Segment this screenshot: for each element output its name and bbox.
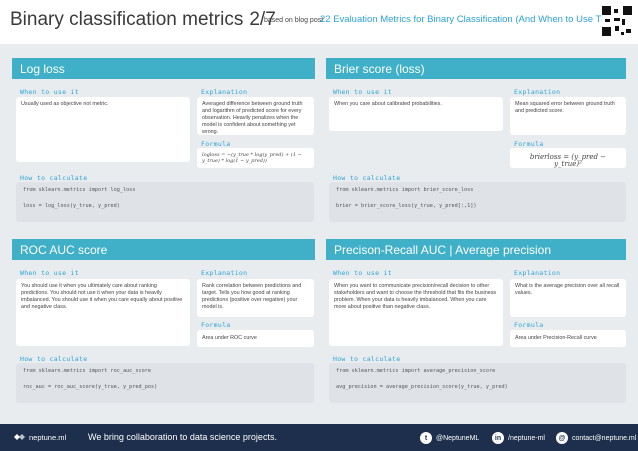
code-import: from sklearn.metrics import log_loss bbox=[23, 187, 136, 193]
explanation-card: Averaged difference between ground truth… bbox=[197, 97, 314, 135]
when-card: Usually used as objective not metric. bbox=[16, 97, 190, 162]
explanation-label: Explanation bbox=[514, 269, 561, 277]
mail-icon: @ bbox=[556, 432, 568, 444]
section-title-roc-auc: ROC AUC score bbox=[12, 239, 315, 260]
how-label: How to calculate bbox=[20, 174, 88, 182]
explanation-label: Explanation bbox=[514, 88, 561, 96]
when-label: When to use it bbox=[333, 88, 392, 96]
code-block: from sklearn.metrics import average_prec… bbox=[329, 363, 626, 403]
when-label: When to use it bbox=[20, 88, 79, 96]
linkedin-handle: /neptune-ml bbox=[508, 434, 545, 442]
how-label: How to calculate bbox=[20, 355, 88, 363]
based-on-label: based on blog post bbox=[264, 17, 324, 24]
tagline: We bring collaboration to data science p… bbox=[88, 432, 277, 442]
when-card: When you want to communicate precision/r… bbox=[329, 279, 503, 346]
explanation-label: Explanation bbox=[201, 269, 248, 277]
page-title: Binary classification metrics 2/7 bbox=[10, 9, 276, 31]
code-import: from sklearn.metrics import average_prec… bbox=[336, 368, 496, 374]
twitter-link[interactable]: t @NeptuneML bbox=[420, 432, 479, 444]
linkedin-link[interactable]: in /neptune-ml bbox=[492, 432, 545, 444]
formula-label: Formula bbox=[201, 321, 231, 329]
code-import: from sklearn.metrics import roc_auc_scor… bbox=[23, 368, 152, 374]
explanation-card: Rank correlation between predictions and… bbox=[197, 279, 314, 317]
section-title-pr-auc: Precison-Recall AUC | Average precision bbox=[326, 239, 626, 260]
formula-card: logloss = −(y_true * log(y_pred) + (1 − … bbox=[197, 148, 314, 168]
how-label: How to calculate bbox=[333, 355, 401, 363]
explanation-label: Explanation bbox=[201, 88, 248, 96]
when-card: You should use it when you ultimately ca… bbox=[16, 279, 190, 346]
code-block: from sklearn.metrics import roc_auc_scor… bbox=[16, 363, 314, 403]
blog-post-link[interactable]: 22 Evaluation Metrics for Binary Classif… bbox=[320, 14, 623, 25]
formula-label: Formula bbox=[201, 140, 231, 148]
page-footer: neptune.ml We bring collaboration to dat… bbox=[0, 424, 638, 451]
when-card: When you care about calibrated probabili… bbox=[329, 97, 503, 131]
formula-card: Area under ROC curve bbox=[197, 330, 314, 347]
code-call: brier = brier_score_loss(y_true, y_pred[… bbox=[336, 203, 477, 209]
section-title-log-loss: Log loss bbox=[12, 58, 315, 79]
when-label: When to use it bbox=[333, 269, 392, 277]
page-header: Binary classification metrics 2/7 based o… bbox=[0, 0, 638, 44]
title-text: Binary classification metrics bbox=[10, 9, 244, 30]
formula-label: Formula bbox=[514, 140, 544, 148]
linkedin-icon: in bbox=[492, 432, 504, 444]
qr-code-icon bbox=[602, 6, 632, 36]
how-label: How to calculate bbox=[333, 174, 401, 182]
formula-card: Area under Precision-Recall curve bbox=[510, 330, 626, 347]
code-call: avg_precision = average_precision_score(… bbox=[336, 384, 508, 390]
code-import: from sklearn.metrics import brier_score_… bbox=[336, 187, 474, 193]
explanation-card: Mean squared error between ground truth … bbox=[510, 97, 626, 135]
code-block: from sklearn.metrics import log_loss los… bbox=[16, 182, 314, 222]
code-block: from sklearn.metrics import brier_score_… bbox=[329, 182, 626, 222]
code-call: roc_auc = roc_auc_score(y_true, y_pred_p… bbox=[23, 384, 158, 390]
code-call: loss = log_loss(y_true, y_pred) bbox=[23, 203, 120, 209]
section-title-brier: Brier score (loss) bbox=[326, 58, 626, 79]
when-label: When to use it bbox=[20, 269, 79, 277]
formula-label: Formula bbox=[514, 321, 544, 329]
neptune-logo-icon bbox=[14, 434, 25, 440]
explanation-card: What is the average precision over all r… bbox=[510, 279, 626, 317]
email-address: contact@neptune.ml bbox=[572, 434, 637, 442]
twitter-handle: @NeptuneML bbox=[436, 434, 480, 442]
twitter-icon: t bbox=[420, 432, 432, 444]
email-link[interactable]: @ contact@neptune.ml bbox=[556, 432, 636, 444]
logo-text: neptune.ml bbox=[29, 433, 67, 442]
formula-card: brierloss = (y_pred − y_true)² bbox=[510, 148, 626, 168]
